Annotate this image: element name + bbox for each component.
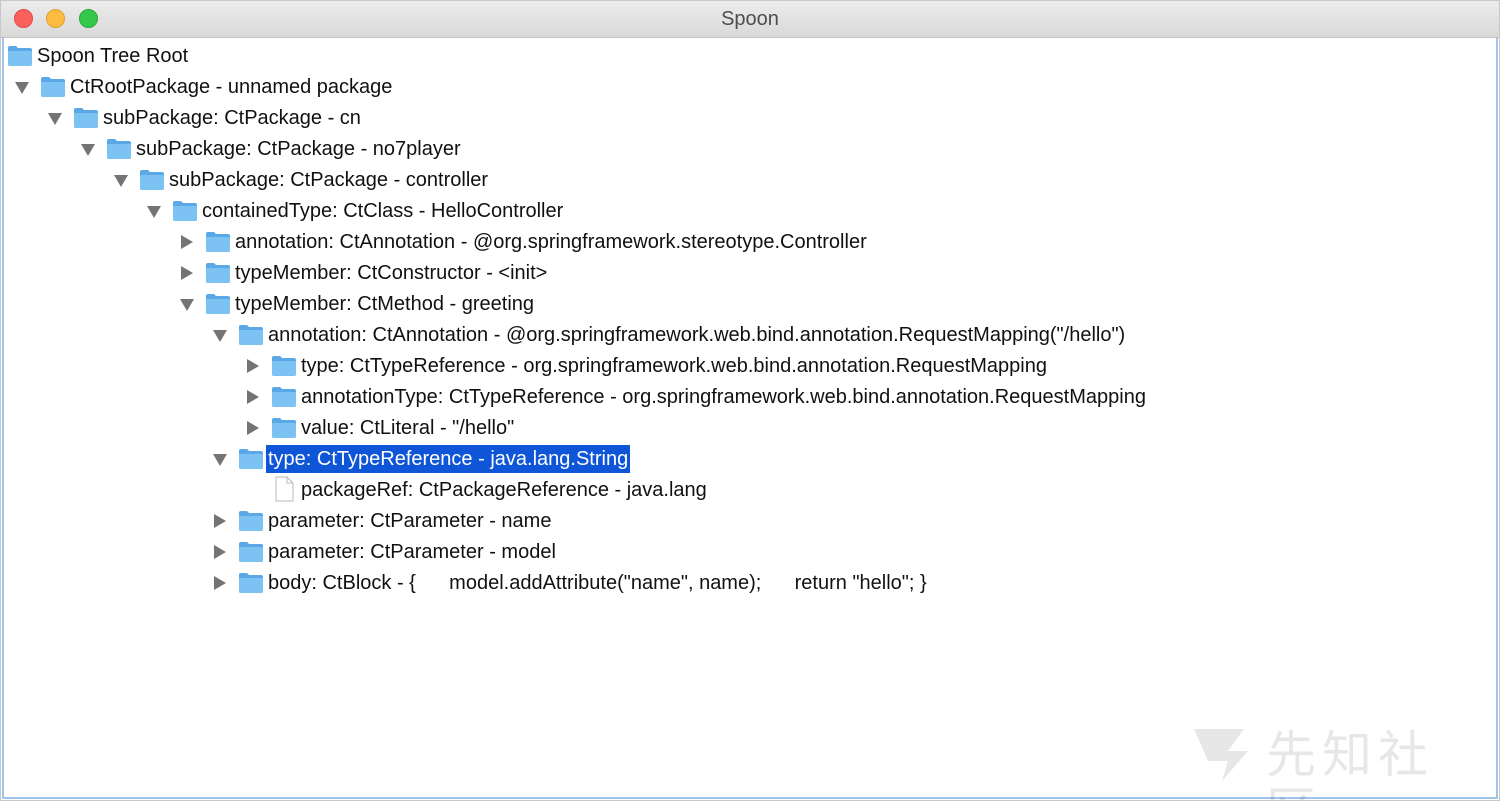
- folder-icon: [73, 107, 99, 129]
- tree-node[interactable]: typeMember: CtConstructor - <init>: [4, 257, 1494, 288]
- tree-node[interactable]: Spoon Tree Root: [4, 40, 1494, 71]
- triangle-down-icon: [213, 454, 227, 466]
- tree-node-label[interactable]: containedType: CtClass - HelloController: [200, 197, 565, 225]
- tree-node-label[interactable]: annotation: CtAnnotation - @org.springfr…: [233, 228, 869, 256]
- tree-node-label[interactable]: parameter: CtParameter - name: [266, 507, 553, 535]
- spoon-window: Spoon Spoon Tree Root CtRootPackage - unn…: [0, 0, 1500, 801]
- folder-icon: [205, 231, 231, 253]
- tree-node-label[interactable]: Spoon Tree Root: [35, 42, 190, 70]
- tree-node[interactable]: type: CtTypeReference - org.springframew…: [4, 350, 1494, 381]
- expand-toggle-icon[interactable]: [244, 357, 262, 375]
- collapse-toggle-icon[interactable]: [112, 171, 130, 189]
- folder-icon: [238, 572, 264, 594]
- triangle-right-icon: [214, 545, 226, 559]
- folder-icon: [205, 293, 231, 315]
- triangle-right-icon: [247, 421, 259, 435]
- tree-node[interactable]: subPackage: CtPackage - no7player: [4, 133, 1494, 164]
- tree-node[interactable]: typeMember: CtMethod - greeting: [4, 288, 1494, 319]
- collapse-toggle-icon[interactable]: [79, 140, 97, 158]
- tree-node-label[interactable]: typeMember: CtConstructor - <init>: [233, 259, 549, 287]
- folder-icon: [172, 200, 198, 222]
- expand-toggle-icon[interactable]: [178, 233, 196, 251]
- folder-icon: [271, 386, 297, 408]
- triangle-down-icon: [147, 206, 161, 218]
- collapse-toggle-icon[interactable]: [13, 78, 31, 96]
- collapse-toggle-icon[interactable]: [211, 450, 229, 468]
- folder-icon: [238, 541, 264, 563]
- collapse-toggle-icon[interactable]: [178, 295, 196, 313]
- triangle-right-icon: [181, 266, 193, 280]
- tree-node[interactable]: packageRef: CtPackageReference - java.la…: [4, 474, 1494, 505]
- spoon-tree[interactable]: Spoon Tree Root CtRootPackage - unnamed p…: [4, 38, 1496, 797]
- tree-node[interactable]: value: CtLiteral - "/hello": [4, 412, 1494, 443]
- folder-icon: [238, 448, 264, 470]
- tree-node[interactable]: parameter: CtParameter - name: [4, 505, 1494, 536]
- tree-node[interactable]: subPackage: CtPackage - cn: [4, 102, 1494, 133]
- tree-node-label[interactable]: subPackage: CtPackage - controller: [167, 166, 490, 194]
- tree-node[interactable]: subPackage: CtPackage - controller: [4, 164, 1494, 195]
- tree-node[interactable]: CtRootPackage - unnamed package: [4, 71, 1494, 102]
- watermark-logo-icon: [1194, 729, 1248, 781]
- expand-toggle-icon[interactable]: [244, 419, 262, 437]
- tree-node-label[interactable]: body: CtBlock - { model.addAttribute("na…: [266, 569, 929, 597]
- triangle-down-icon: [15, 82, 29, 94]
- triangle-down-icon: [114, 175, 128, 187]
- tree-node[interactable]: annotation: CtAnnotation - @org.springfr…: [4, 226, 1494, 257]
- title-bar[interactable]: Spoon: [1, 1, 1499, 38]
- tree-node-label[interactable]: parameter: CtParameter - model: [266, 538, 558, 566]
- tree-panel: Spoon Tree Root CtRootPackage - unnamed p…: [2, 38, 1498, 800]
- watermark: 先知社区: [1188, 721, 1478, 800]
- triangle-right-icon: [247, 359, 259, 373]
- expand-toggle-icon[interactable]: [211, 574, 229, 592]
- tree-node-label[interactable]: typeMember: CtMethod - greeting: [233, 290, 536, 318]
- expand-toggle-icon[interactable]: [178, 264, 196, 282]
- triangle-down-icon: [180, 299, 194, 311]
- expand-toggle-icon[interactable]: [211, 543, 229, 561]
- collapse-toggle-icon[interactable]: [46, 109, 64, 127]
- tree-node-label[interactable]: packageRef: CtPackageReference - java.la…: [299, 476, 709, 504]
- triangle-down-icon: [213, 330, 227, 342]
- tree-node[interactable]: containedType: CtClass - HelloController: [4, 195, 1494, 226]
- tree-node[interactable]: type: CtTypeReference - java.lang.String: [4, 443, 1494, 474]
- tree-node[interactable]: annotation: CtAnnotation - @org.springfr…: [4, 319, 1494, 350]
- tree-node-label[interactable]: type: CtTypeReference - org.springframew…: [299, 352, 1049, 380]
- tree-node-label[interactable]: CtRootPackage - unnamed package: [68, 73, 394, 101]
- tree-node-label[interactable]: subPackage: CtPackage - cn: [101, 104, 363, 132]
- tree-node-label[interactable]: annotation: CtAnnotation - @org.springfr…: [266, 321, 1127, 349]
- triangle-right-icon: [214, 576, 226, 590]
- triangle-right-icon: [247, 390, 259, 404]
- watermark-text: 先知社区: [1266, 726, 1434, 800]
- expand-toggle-icon[interactable]: [211, 512, 229, 530]
- window-title: Spoon: [721, 8, 779, 30]
- collapse-toggle-icon[interactable]: [145, 202, 163, 220]
- file-icon: [271, 476, 297, 502]
- tree-node[interactable]: annotationType: CtTypeReference - org.sp…: [4, 381, 1494, 412]
- folder-icon: [271, 355, 297, 377]
- expand-toggle-icon[interactable]: [244, 388, 262, 406]
- folder-icon: [238, 324, 264, 346]
- tree-node[interactable]: parameter: CtParameter - model: [4, 536, 1494, 567]
- triangle-right-icon: [181, 235, 193, 249]
- triangle-down-icon: [48, 113, 62, 125]
- collapse-toggle-icon[interactable]: [211, 326, 229, 344]
- folder-icon: [7, 45, 33, 67]
- folder-icon: [238, 510, 264, 532]
- folder-icon: [271, 417, 297, 439]
- tree-node-label-selected[interactable]: type: CtTypeReference - java.lang.String: [266, 445, 631, 473]
- folder-icon: [40, 76, 66, 98]
- tree-node-label[interactable]: value: CtLiteral - "/hello": [299, 414, 516, 442]
- folder-icon: [139, 169, 165, 191]
- triangle-right-icon: [214, 514, 226, 528]
- folder-icon: [106, 138, 132, 160]
- folder-icon: [205, 262, 231, 284]
- tree-node[interactable]: body: CtBlock - { model.addAttribute("na…: [4, 567, 1494, 598]
- tree-node-label[interactable]: subPackage: CtPackage - no7player: [134, 135, 463, 163]
- triangle-down-icon: [81, 144, 95, 156]
- tree-node-label[interactable]: annotationType: CtTypeReference - org.sp…: [299, 383, 1148, 411]
